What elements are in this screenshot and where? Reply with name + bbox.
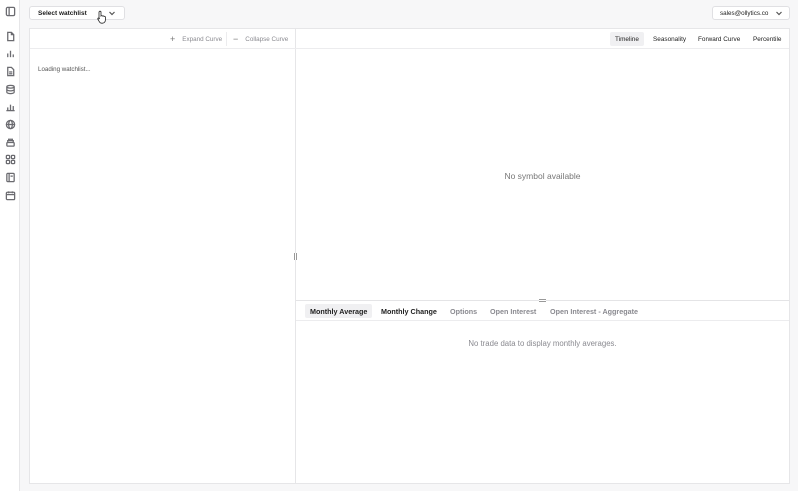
sidebar-toggle-icon[interactable]	[4, 5, 16, 17]
calendar-icon[interactable]	[4, 189, 16, 201]
vertical-resize-handle[interactable]	[293, 253, 298, 260]
chevron-down-icon	[775, 9, 783, 17]
main-panel: + Expand Curve − Collapse Curve Loading …	[29, 28, 790, 484]
tab-forward-curve[interactable]: Forward Curve	[693, 32, 745, 46]
file-icon[interactable]	[4, 30, 16, 42]
collapse-curve-button[interactable]: − Collapse Curve	[226, 32, 288, 46]
plus-icon: +	[170, 34, 176, 44]
grid-icon[interactable]	[4, 153, 16, 165]
stats-tabs: Monthly Average Monthly Change Options O…	[296, 301, 789, 321]
hand-pointer-cursor-icon	[97, 10, 106, 24]
top-bar: Select watchlist sales@ollytics.co	[20, 0, 798, 28]
globe-icon[interactable]	[4, 118, 16, 130]
expand-curve-button[interactable]: + Expand Curve	[164, 32, 222, 46]
tab-monthly-average[interactable]: Monthly Average	[305, 304, 373, 318]
bar-chart-icon[interactable]	[4, 47, 16, 59]
chevron-down-icon	[108, 9, 116, 17]
notebook-icon[interactable]	[4, 171, 16, 183]
app-root: Select watchlist sales@ollytics.co + Exp…	[0, 0, 798, 491]
expand-curve-label: Expand Curve	[182, 35, 223, 43]
document-icon[interactable]	[4, 65, 16, 77]
icon-sidebar	[0, 0, 20, 491]
tab-timeline[interactable]: Timeline	[610, 32, 644, 46]
stack-icon[interactable]	[4, 136, 16, 148]
watchlist-pane: + Expand Curve − Collapse Curve Loading …	[30, 29, 296, 483]
curve-toolbar: + Expand Curve − Collapse Curve	[30, 29, 296, 49]
select-watchlist-dropdown[interactable]: Select watchlist	[29, 6, 125, 20]
tab-open-interest-aggregate[interactable]: Open Interest - Aggregate	[545, 304, 643, 318]
tab-seasonality[interactable]: Seasonality	[648, 32, 691, 46]
tab-monthly-change[interactable]: Monthly Change	[376, 304, 442, 318]
collapse-curve-label: Collapse Curve	[245, 35, 289, 43]
select-watchlist-label: Select watchlist	[38, 9, 87, 17]
loading-status: Loading watchlist...	[38, 66, 91, 73]
stats-empty-message: No trade data to display monthly average…	[468, 339, 617, 348]
tab-percentile[interactable]: Percentile	[748, 32, 786, 46]
tab-open-interest[interactable]: Open Interest	[485, 304, 541, 318]
analytics-icon[interactable]	[4, 100, 16, 112]
chart-empty-message: No symbol available	[504, 171, 581, 181]
account-dropdown[interactable]: sales@ollytics.co	[712, 6, 790, 20]
account-email: sales@ollytics.co	[720, 9, 769, 17]
chart-pane: Timeline Seasonality Forward Curve Perce…	[293, 29, 789, 483]
view-tabs: Timeline Seasonality Forward Curve Perce…	[296, 29, 789, 49]
tab-options[interactable]: Options	[445, 304, 482, 318]
minus-icon: −	[233, 34, 239, 44]
database-icon[interactable]	[4, 83, 16, 95]
